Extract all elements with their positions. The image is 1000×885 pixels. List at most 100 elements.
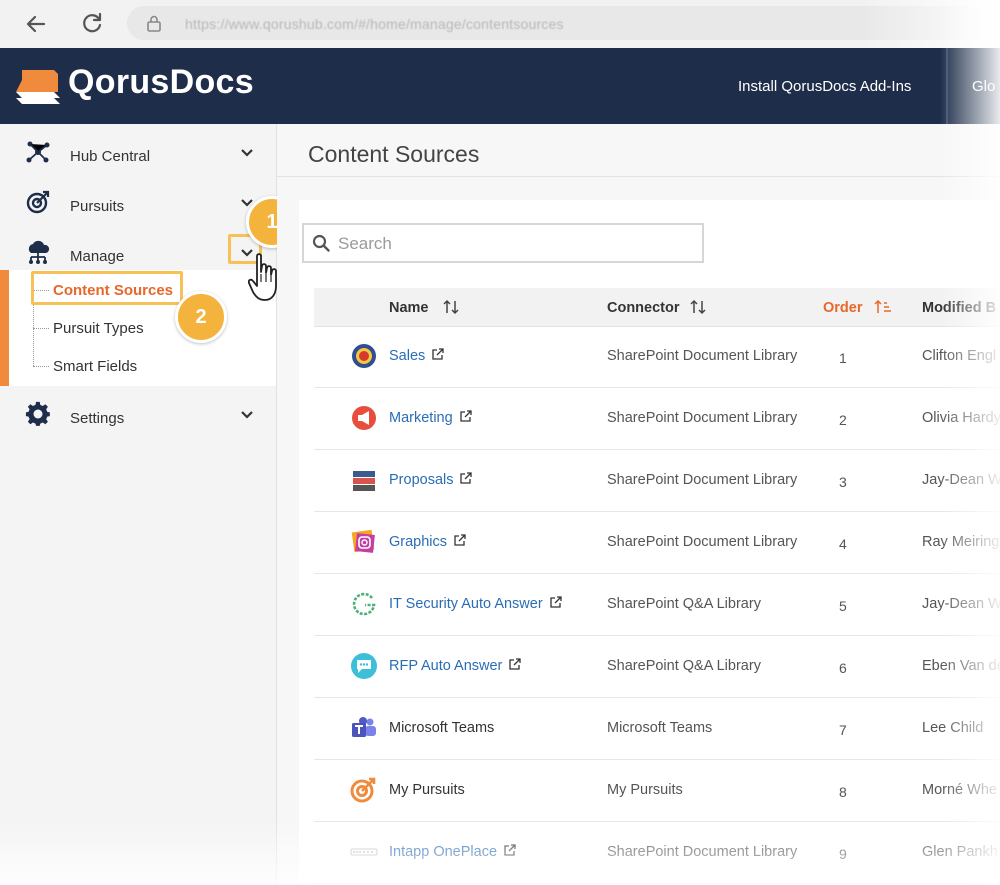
teams-icon	[352, 717, 376, 737]
row-order: 1	[839, 350, 847, 366]
row-name[interactable]: Microsoft Teams	[389, 720, 494, 736]
callout-step-2: 2	[175, 291, 227, 343]
reload-icon[interactable]	[78, 10, 106, 38]
row-name-link[interactable]: IT Security Auto Answer	[389, 596, 562, 612]
search-input[interactable]	[336, 232, 700, 256]
sidebar-item-pursuits[interactable]: Pursuits	[0, 180, 276, 220]
target-orange-icon	[350, 777, 376, 803]
app-header: QorusDocs Install QorusDocs Add-Ins Glo	[0, 48, 1000, 124]
row-modified-by: Olivia Hardy	[922, 410, 1000, 426]
row-connector: SharePoint Q&A Library	[607, 596, 761, 612]
qorusdocs-logo-icon[interactable]	[14, 62, 64, 108]
row-modified-by: Ray Meiring	[922, 534, 1000, 550]
external-link-icon	[432, 348, 444, 360]
install-add-ins-link[interactable]: Install QorusDocs Add-Ins	[738, 78, 911, 95]
hub-network-icon	[26, 141, 50, 163]
url-text: https://www.qorushub.com/#/home/manage/c…	[185, 16, 564, 32]
chat-bubble-icon	[351, 653, 377, 679]
table-row[interactable]: Intapp OnePlace SharePoint Document Libr…	[314, 822, 1000, 884]
row-name-link[interactable]: Sales	[389, 348, 444, 364]
sidebar-item-settings[interactable]: Settings	[0, 392, 276, 432]
row-modified-by: Lee Child	[922, 720, 984, 736]
row-connector: Microsoft Teams	[607, 720, 713, 736]
row-name[interactable]: My Pursuits	[389, 782, 465, 798]
table-row[interactable]: IT Security Auto Answer SharePoint Q&A L…	[314, 574, 1000, 636]
row-name-link[interactable]: RFP Auto Answer	[389, 658, 522, 674]
active-indicator-bar	[0, 270, 9, 386]
search-icon	[312, 234, 330, 252]
search-box[interactable]	[302, 223, 704, 263]
row-connector: SharePoint Document Library	[607, 410, 798, 426]
column-header-name[interactable]: Name	[389, 300, 429, 316]
row-name-link[interactable]: Marketing	[389, 410, 472, 426]
external-link-icon	[550, 596, 562, 608]
address-bar[interactable]: https://www.qorushub.com/#/home/manage/c…	[127, 6, 1000, 40]
row-order: 3	[839, 474, 847, 490]
chevron-down-icon[interactable]	[240, 148, 254, 158]
external-link-icon	[460, 410, 472, 422]
chevron-down-icon[interactable]	[240, 410, 254, 420]
row-modified-by: Jay-Dean W	[922, 472, 1000, 488]
table-header: Name Connector Order Modified B	[314, 288, 1000, 327]
row-modified-by: Clifton Engl	[922, 348, 997, 364]
row-order: 9	[839, 846, 847, 862]
row-order: 5	[839, 598, 847, 614]
content-sources-highlight	[31, 271, 183, 305]
external-link-icon	[504, 844, 516, 856]
submenu-item-smart-fields[interactable]: Smart Fields	[53, 358, 137, 375]
row-name-link[interactable]: Intapp OnePlace	[389, 844, 516, 860]
column-header-order[interactable]: Order	[823, 300, 863, 316]
row-order: 7	[839, 722, 847, 738]
back-arrow-icon[interactable]	[22, 10, 50, 38]
sidebar-item-label: Settings	[70, 410, 125, 427]
row-modified-by: Glen Pankh	[922, 844, 998, 860]
divider	[277, 176, 1000, 177]
page-title: Content Sources	[308, 141, 480, 167]
tree-line	[33, 366, 49, 367]
table-row[interactable]: Graphics SharePoint Document Library 4 R…	[314, 512, 1000, 574]
graphics-frames-icon	[351, 529, 375, 553]
row-connector: SharePoint Q&A Library	[607, 658, 761, 674]
tree-line	[33, 328, 49, 329]
browser-toolbar: https://www.qorushub.com/#/home/manage/c…	[0, 0, 1000, 49]
row-connector: SharePoint Document Library	[607, 534, 798, 550]
row-connector: SharePoint Document Library	[607, 844, 798, 860]
row-order: 2	[839, 412, 847, 428]
sidebar-item-label: Manage	[70, 248, 125, 265]
table-row[interactable]: Microsoft Teams Microsoft Teams 7 Lee Ch…	[314, 698, 1000, 760]
external-link-icon	[454, 534, 466, 546]
sidebar-item-label: Pursuits	[70, 198, 125, 215]
logo-text[interactable]: QorusDocs	[68, 63, 254, 102]
row-connector: My Pursuits	[607, 782, 683, 798]
row-name-link[interactable]: Proposals	[389, 472, 473, 488]
cloud-network-icon	[28, 240, 50, 264]
proposals-stack-icon	[353, 471, 375, 491]
main-content: Content Sources Name Connector Order Mod…	[277, 124, 1000, 885]
intapp-logo-icon	[350, 848, 378, 856]
lock-icon	[147, 15, 161, 32]
external-link-icon	[460, 472, 473, 484]
sort-icon[interactable]	[689, 299, 707, 315]
row-modified-by: Eben Van de	[922, 658, 1000, 674]
row-modified-by: Morné Whe	[922, 782, 997, 798]
table-row[interactable]: Marketing SharePoint Document Library 2 …	[314, 388, 1000, 450]
row-order: 4	[839, 536, 847, 552]
sort-icon[interactable]	[442, 299, 460, 315]
g-logo-icon	[352, 592, 376, 616]
table-row[interactable]: My Pursuits My Pursuits 8 Morné Whe	[314, 760, 1000, 822]
header-link-truncated[interactable]: Glo	[972, 78, 995, 95]
row-connector: SharePoint Document Library	[607, 472, 798, 488]
submenu-item-pursuit-types[interactable]: Pursuit Types	[53, 320, 144, 337]
column-header-connector[interactable]: Connector	[607, 300, 680, 316]
sidebar-item-hub-central[interactable]: Hub Central	[0, 130, 276, 170]
megaphone-icon	[352, 406, 376, 430]
external-link-icon	[509, 658, 522, 670]
sales-badge-icon	[352, 344, 376, 368]
table-row[interactable]: Sales SharePoint Document Library 1 Clif…	[314, 326, 1000, 388]
table-row[interactable]: RFP Auto Answer SharePoint Q&A Library 6…	[314, 636, 1000, 698]
column-header-modified[interactable]: Modified B	[922, 300, 996, 316]
row-name-link[interactable]: Graphics	[389, 534, 466, 550]
target-icon	[26, 190, 50, 214]
sort-ascending-icon[interactable]	[874, 299, 892, 315]
table-row[interactable]: Proposals SharePoint Document Library 3 …	[314, 450, 1000, 512]
